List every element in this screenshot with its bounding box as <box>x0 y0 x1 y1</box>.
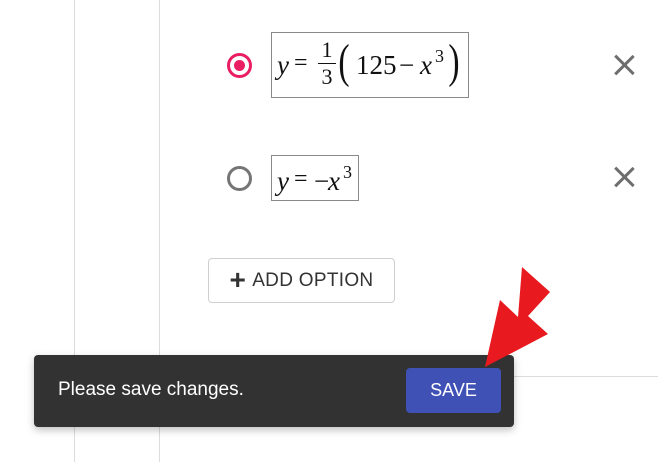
arrow-shape <box>485 267 550 367</box>
formula-2-equals: = <box>294 166 308 192</box>
option-2-remove-icon[interactable] <box>611 164 637 190</box>
option-1-formula[interactable]: y = 1 3 ( 125 − x 3 ) <box>271 32 469 98</box>
formula-1-variable: x <box>420 50 432 80</box>
fraction-numerator: 1 <box>321 37 333 62</box>
formula-1-exponent: 3 <box>435 46 444 66</box>
formula-1-fraction: 1 3 <box>318 39 336 88</box>
add-option-label: ADD OPTION <box>252 269 374 291</box>
option-2-formula[interactable]: y = − x 3 <box>271 155 359 201</box>
formula-2-lhs: y <box>277 166 289 196</box>
save-button[interactable]: SAVE <box>406 368 501 413</box>
fraction-denominator: 3 <box>321 64 333 89</box>
save-snackbar: Please save changes. SAVE <box>34 355 514 427</box>
formula-1-minus: − <box>399 50 415 80</box>
formula-1-open-paren: ( <box>338 35 350 88</box>
section-divider <box>514 376 658 377</box>
option-1-radio[interactable] <box>227 53 252 78</box>
formula-2-negative: − <box>314 166 330 196</box>
snackbar-message: Please save changes. <box>58 379 244 400</box>
formula-1-constant: 125 <box>356 50 397 80</box>
formula-1-lhs: y <box>277 50 289 80</box>
formula-1-equals: = <box>294 50 308 76</box>
formula-1-close-paren: ) <box>448 35 460 88</box>
add-option-button[interactable]: + ADD OPTION <box>208 258 395 303</box>
annotation-arrow-icon <box>485 267 550 367</box>
option-2-radio[interactable] <box>227 166 252 191</box>
plus-icon: + <box>229 263 247 295</box>
option-1-remove-icon[interactable] <box>611 52 637 78</box>
formula-2-exponent: 3 <box>343 162 352 182</box>
formula-2-variable: x <box>328 166 340 196</box>
